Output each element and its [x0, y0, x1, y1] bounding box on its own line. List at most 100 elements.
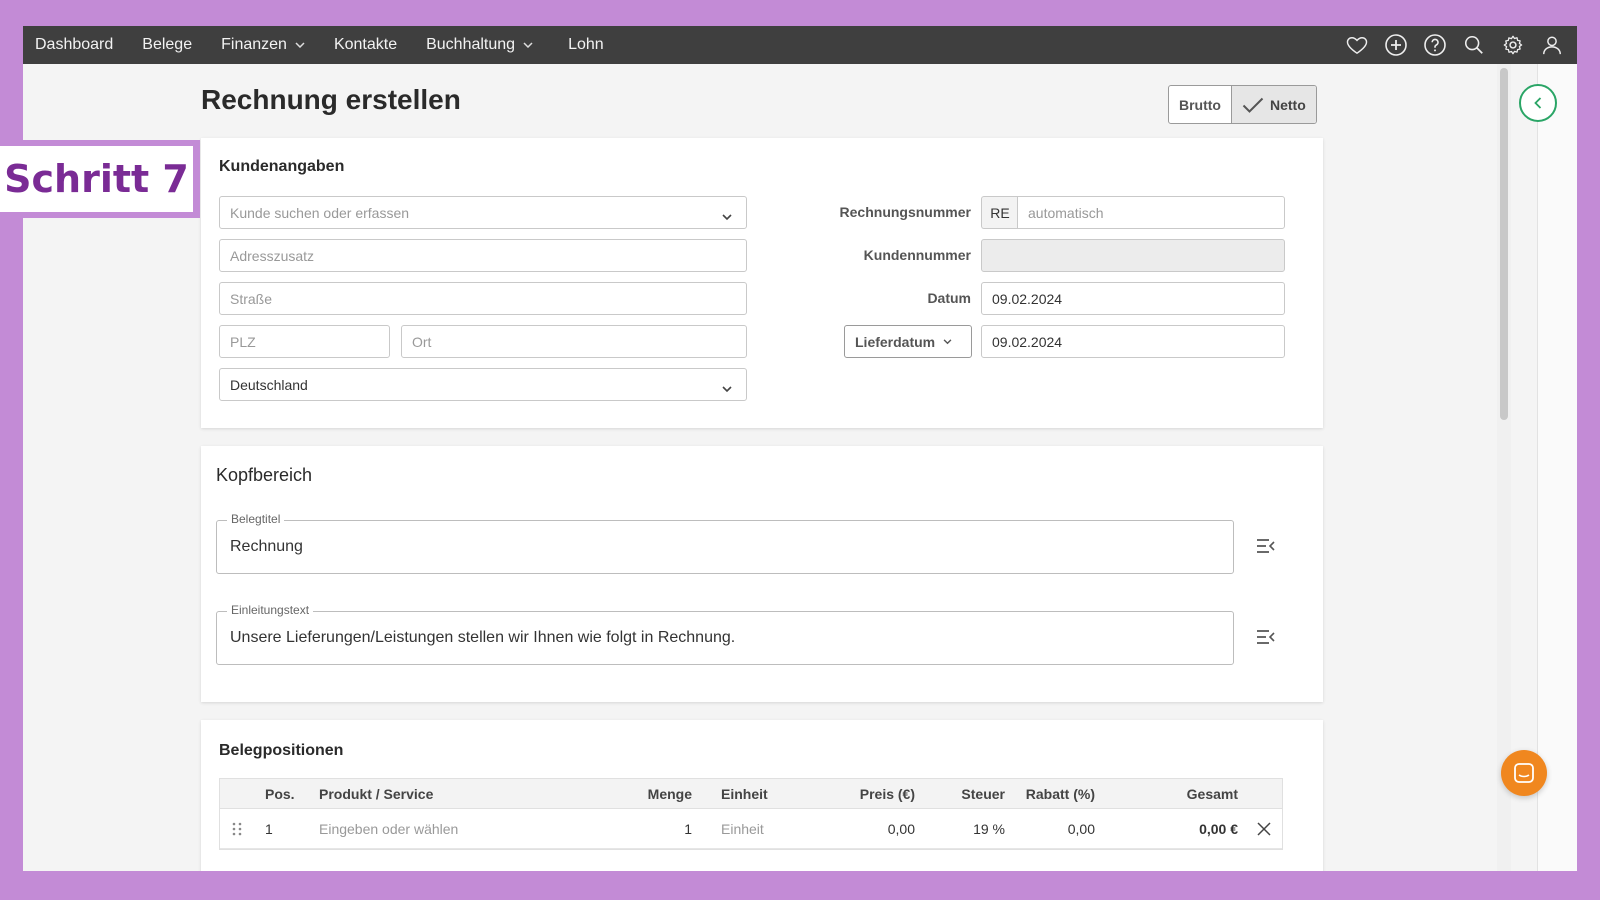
scrollbar-thumb[interactable]	[1500, 68, 1508, 420]
chevron-down-icon	[943, 338, 952, 344]
placeholder-text: Adresszusatz	[230, 247, 315, 264]
col-product: Produkt / Service	[319, 785, 434, 802]
document-title-field[interactable]: Belegtitel Rechnung	[216, 512, 1234, 574]
search-icon[interactable]	[1461, 32, 1487, 58]
intro-text-field[interactable]: Einleitungstext Unsere Lieferungen/Leist…	[216, 603, 1234, 665]
zip-input[interactable]: PLZ	[219, 325, 390, 358]
step-badge-inner: Schritt 7	[0, 146, 193, 212]
app-window: Dashboard Belege Finanzen Kontakte Buchh…	[23, 26, 1577, 871]
customer-heading: Kundenangaben	[219, 158, 345, 175]
placeholder-text: Ort	[412, 333, 432, 350]
brutto-button[interactable]: Brutto	[1169, 86, 1231, 123]
top-icon-bar	[1331, 26, 1565, 64]
user-icon[interactable]	[1539, 32, 1565, 58]
nav-label: Buchhaltung	[426, 36, 516, 53]
positions-heading: Belegpositionen	[219, 742, 344, 759]
qty-input[interactable]: 1	[620, 809, 692, 848]
nav-lohn[interactable]: Lohn	[568, 36, 604, 54]
nav-belege[interactable]: Belege	[142, 36, 192, 54]
delivery-label: Lieferdatum	[855, 333, 936, 350]
col-pos: Pos.	[265, 785, 295, 802]
chat-icon	[1514, 763, 1534, 783]
page-title: Rechnung erstellen	[201, 84, 461, 115]
drag-handle-icon[interactable]	[232, 809, 242, 848]
unit-input[interactable]: Einheit	[721, 809, 764, 848]
tax-select[interactable]: 19 %	[940, 809, 1005, 848]
address-extra-input[interactable]: Adresszusatz	[219, 239, 747, 272]
help-icon[interactable]	[1422, 32, 1448, 58]
col-qty: Menge	[647, 785, 692, 802]
product-input[interactable]: Eingeben oder wählen	[319, 809, 458, 848]
col-unit: Einheit	[721, 785, 768, 802]
delivery-date-value: 09.02.2024	[992, 333, 1063, 350]
customer-search-input[interactable]: Kunde suchen oder erfassen	[219, 196, 747, 229]
netto-button[interactable]: Netto	[1231, 86, 1316, 123]
invoice-number-prefix: RE	[981, 196, 1018, 229]
document-title-value: Rechnung	[230, 538, 303, 555]
delivery-date-input[interactable]: 09.02.2024	[981, 325, 1285, 358]
invoice-number-label: Rechnungsnummer	[839, 204, 971, 220]
col-tax: Steuer	[961, 785, 1005, 802]
table-row: 1 Eingeben oder wählen 1 Einheit 0,00 19…	[220, 809, 1282, 849]
brutto-netto-toggle: Brutto Netto	[1168, 85, 1317, 124]
chevron-left-icon	[1534, 97, 1542, 109]
delivery-date-type-dropdown[interactable]: Lieferdatum	[844, 325, 972, 358]
col-price: Preis (€)	[859, 785, 915, 802]
row-total: 0,00 €	[1199, 820, 1238, 837]
customer-number-input	[981, 239, 1285, 272]
chevron-down-icon	[295, 42, 305, 48]
nav-label: Finanzen	[221, 36, 287, 53]
customer-number-label: Kundennummer	[863, 247, 971, 263]
top-navigation: Dashboard Belege Finanzen Kontakte Buchh…	[23, 26, 1577, 64]
positions-table: Pos. Produkt / Service Menge Einheit Pre…	[219, 778, 1283, 850]
text-template-icon[interactable]	[1256, 629, 1276, 650]
col-total: Gesamt	[1186, 785, 1238, 802]
gear-icon[interactable]	[1500, 32, 1526, 58]
document-title-legend: Belegtitel	[227, 512, 285, 526]
date-input[interactable]: 09.02.2024	[981, 282, 1285, 315]
chat-button[interactable]	[1501, 750, 1547, 796]
country-select[interactable]: Deutschland	[219, 368, 747, 401]
chevron-down-icon	[523, 42, 533, 48]
text-template-icon[interactable]	[1256, 538, 1276, 559]
col-discount: Rabatt (%)	[1025, 785, 1095, 802]
intro-text-legend: Einleitungstext	[227, 603, 314, 617]
placeholder-text: Straße	[230, 290, 273, 307]
invoice-number-input[interactable]: automatisch	[1017, 196, 1285, 229]
table-header: Pos. Produkt / Service Menge Einheit Pre…	[220, 779, 1282, 809]
placeholder-text: PLZ	[230, 333, 256, 350]
city-input[interactable]: Ort	[401, 325, 747, 358]
placeholder-text: automatisch	[1028, 204, 1104, 221]
checkmark-icon	[1242, 97, 1264, 113]
side-panel	[1537, 64, 1577, 871]
row-pos: 1	[265, 820, 273, 837]
plus-circle-icon[interactable]	[1383, 32, 1409, 58]
nav-kontakte[interactable]: Kontakte	[334, 36, 397, 54]
step-label: Schritt 7	[4, 157, 189, 201]
step-badge: Schritt 7	[0, 140, 200, 218]
street-input[interactable]: Straße	[219, 282, 747, 315]
nav-label: Belege	[142, 36, 193, 53]
header-section-card: Kopfbereich Belegtitel Rechnung Einleitu…	[201, 446, 1323, 702]
nav-dashboard[interactable]: Dashboard	[35, 36, 113, 54]
header-section-heading: Kopfbereich	[216, 465, 313, 485]
side-panel-toggle-button[interactable]	[1519, 84, 1557, 122]
nav-finanzen[interactable]: Finanzen	[221, 36, 305, 54]
nav-label: Kontakte	[333, 36, 398, 53]
close-icon[interactable]	[1257, 809, 1271, 848]
heart-icon[interactable]	[1344, 32, 1370, 58]
nav-buchhaltung[interactable]: Buchhaltung	[426, 36, 533, 54]
positions-card: Belegpositionen Pos. Produkt / Service M…	[201, 720, 1323, 871]
date-label: Datum	[927, 290, 971, 306]
chevron-down-icon	[722, 208, 732, 224]
placeholder-text: Kunde suchen oder erfassen	[230, 204, 410, 221]
nav-label: Dashboard	[35, 36, 114, 53]
nav-label: Lohn	[568, 36, 604, 53]
discount-input[interactable]: 0,00	[1015, 809, 1095, 848]
customer-card: Kundenangaben Kunde suchen oder erfassen…	[201, 138, 1323, 428]
date-value: 09.02.2024	[992, 290, 1063, 307]
price-input[interactable]: 0,00	[820, 809, 915, 848]
netto-label: Netto	[1270, 96, 1306, 113]
brutto-label: Brutto	[1179, 96, 1221, 113]
chevron-down-icon	[722, 380, 732, 396]
